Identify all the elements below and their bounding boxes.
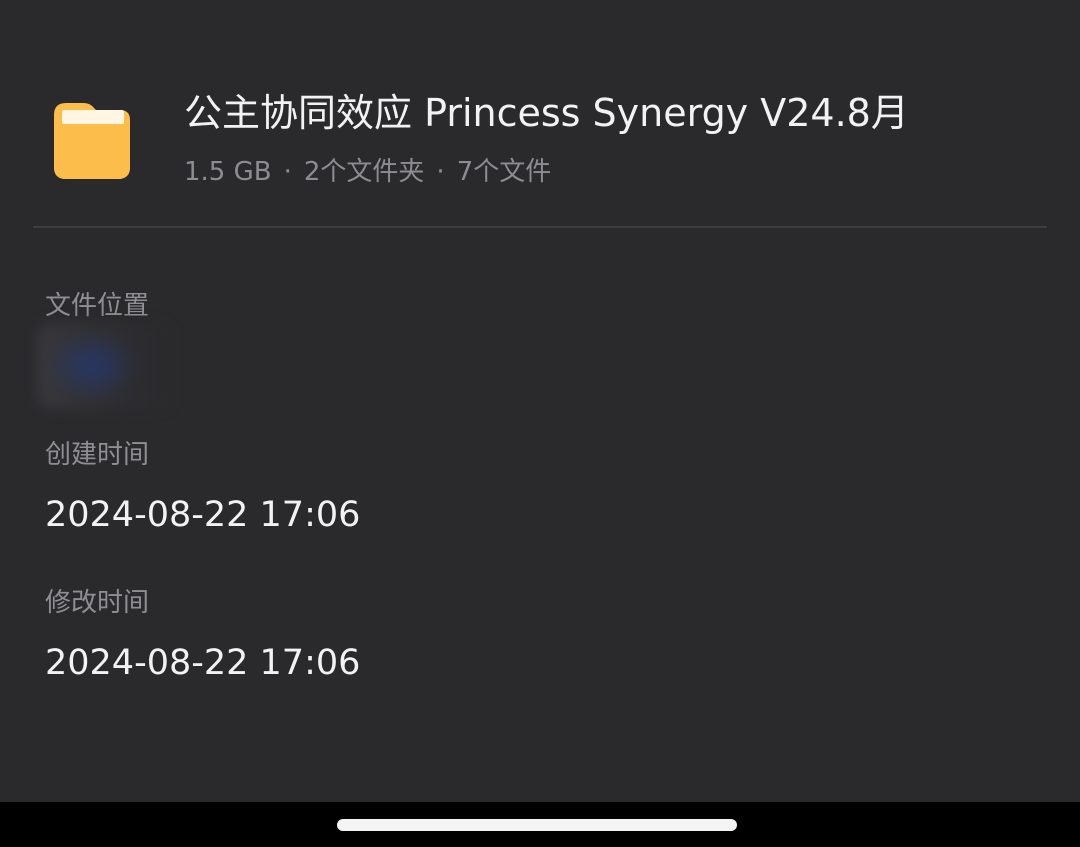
location-label: 文件位置 <box>45 291 150 321</box>
home-indicator[interactable] <box>337 819 737 831</box>
folder-icon <box>54 103 130 179</box>
location-value-redacted[interactable] <box>36 322 178 410</box>
modified-time-label: 修改时间 <box>45 588 150 618</box>
folder-size: 1.5 GB <box>184 157 272 187</box>
separator-dot: · <box>283 157 292 187</box>
separator-dot: · <box>436 157 445 187</box>
created-time-value: 2024-08-22 17:06 <box>45 495 361 535</box>
folder-name: 公主协同效应 Princess Synergy V24.8月 <box>184 91 909 135</box>
folder-summary: 1.5 GB · 2个文件夹 · 7个文件 <box>184 154 551 190</box>
created-time-label: 创建时间 <box>45 440 150 470</box>
folder-header: 公主协同效应 Princess Synergy V24.8月 1.5 GB · 2个… <box>0 0 1080 228</box>
folder-subfolder-count: 2个文件夹 <box>303 157 425 187</box>
header-divider <box>33 226 1047 228</box>
file-details-sheet: 公主协同效应 Princess Synergy V24.8月 1.5 GB · 2个… <box>0 0 1080 802</box>
modified-time-value: 2024-08-22 17:06 <box>45 643 361 683</box>
folder-file-count: 7个文件 <box>456 157 552 187</box>
